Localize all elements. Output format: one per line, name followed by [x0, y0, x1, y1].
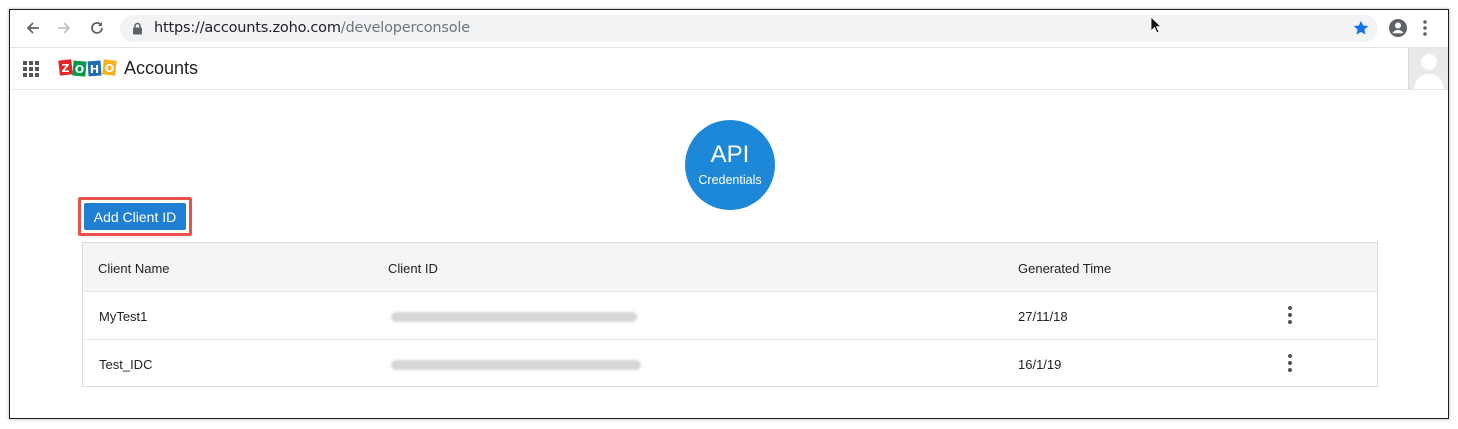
address-bar[interactable]: https://accounts.zoho.com/developerconso… [120, 15, 1378, 42]
table-row[interactable]: MyTest1 27/11/18 [83, 291, 1377, 340]
clients-table: Client Name Client ID Generated Time MyT… [82, 242, 1378, 387]
badge-subtitle: Credentials [698, 173, 762, 187]
add-client-id-highlight: Add Client ID [78, 197, 192, 236]
account-circle-icon[interactable] [1388, 18, 1408, 43]
table-row[interactable]: Test_IDC 16/1/19 [83, 339, 1377, 388]
add-client-id-button[interactable]: Add Client ID [84, 203, 186, 230]
bookmark-star-icon[interactable] [1352, 19, 1370, 42]
zoho-logo[interactable]: ZOHO [58, 57, 118, 84]
url-path: /developerconsole [340, 20, 470, 36]
client-id-redacted [391, 360, 641, 370]
table-header: Client Name Client ID Generated Time [83, 243, 1377, 291]
forward-arrow-icon[interactable] [54, 18, 74, 38]
browser-menu-icon[interactable] [1422, 19, 1428, 42]
generated-time-cell: 27/11/18 [1018, 309, 1068, 324]
svg-text:O: O [105, 62, 114, 75]
client-name-cell: MyTest1 [99, 309, 148, 324]
back-arrow-icon[interactable] [23, 18, 43, 38]
header-generated-time: Generated Time [1018, 261, 1112, 276]
reload-icon[interactable] [87, 18, 107, 38]
user-avatar[interactable] [1408, 47, 1448, 89]
generated-time-cell: 16/1/19 [1018, 357, 1062, 372]
svg-text:O: O [75, 63, 84, 76]
url-text[interactable]: https://accounts.zoho.com/developerconso… [154, 20, 470, 36]
app-grid-icon[interactable] [23, 61, 39, 82]
row-options-icon[interactable] [1287, 354, 1293, 374]
client-id-redacted [391, 312, 637, 322]
svg-text:Z: Z [62, 62, 70, 75]
client-name-cell: Test_IDC [99, 357, 153, 372]
api-credentials-badge: API Credentials [685, 120, 775, 210]
lock-icon [132, 22, 143, 40]
row-options-icon[interactable] [1287, 306, 1293, 326]
app-header: ZOHO Accounts [10, 47, 1448, 90]
screenshot-frame: https://accounts.zoho.com/developerconso… [9, 9, 1449, 419]
svg-text:H: H [90, 63, 99, 76]
mouse-cursor-icon [1150, 16, 1162, 39]
header-client-name: Client Name [98, 261, 170, 276]
badge-title: API [710, 141, 750, 168]
app-title: Accounts [124, 58, 199, 78]
url-host: https://accounts.zoho.com [154, 20, 341, 36]
header-client-id: Client ID [388, 261, 438, 276]
browser-toolbar: https://accounts.zoho.com/developerconso… [10, 10, 1448, 48]
